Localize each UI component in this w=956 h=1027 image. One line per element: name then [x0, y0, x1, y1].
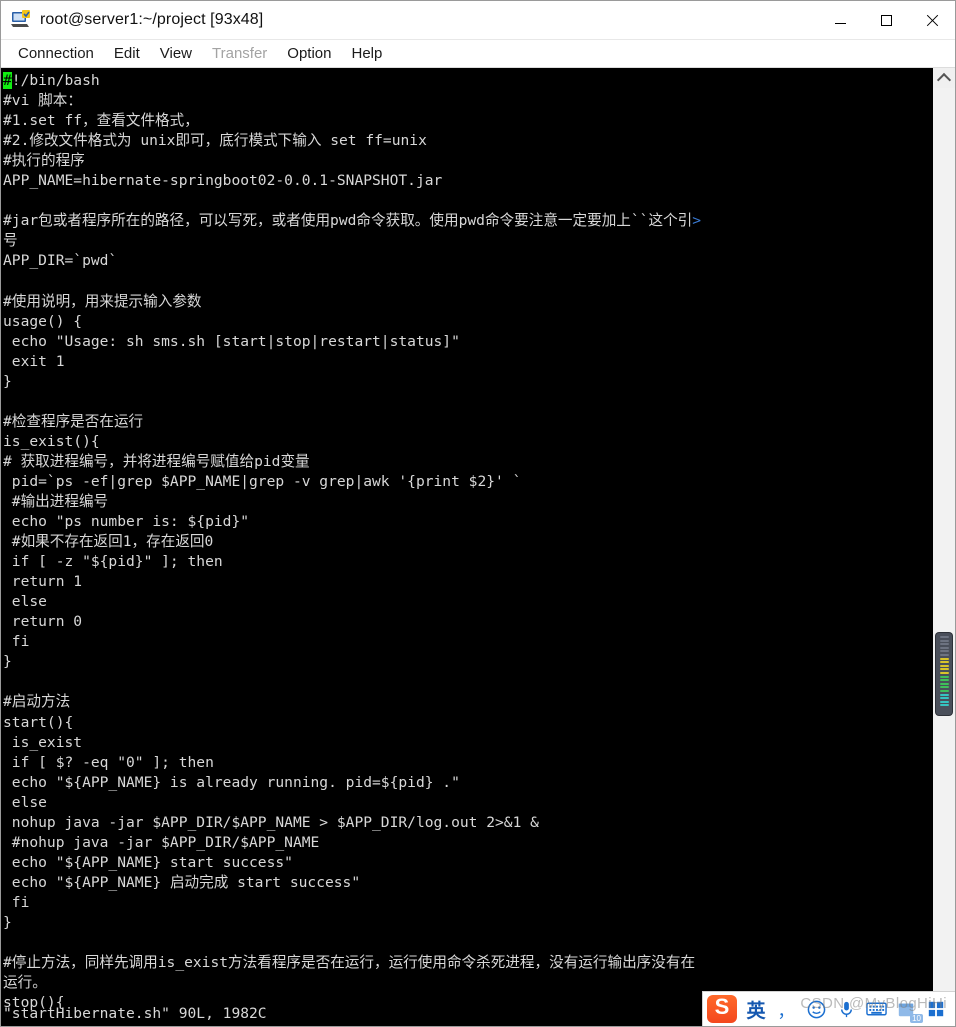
terminal-cursor: # — [3, 72, 12, 89]
menu-bar: Connection Edit View Transfer Option Hel… — [1, 40, 955, 68]
emoji-icon[interactable] — [801, 994, 831, 1024]
menu-item-edit[interactable]: Edit — [105, 43, 149, 64]
terminal-line: is_exist(){ — [3, 432, 100, 450]
scrollbar-thumb-bar — [939, 639, 949, 642]
terminal-line: #2.修改文件格式为 unix即可，底行模式下输入 set ff=unix — [3, 132, 427, 150]
terminal-line: #1.set ff，查看文件格式， — [3, 112, 199, 130]
terminal-line: if [ $? -eq "0" ]; then — [3, 753, 214, 771]
terminal-line: } — [3, 913, 12, 931]
scrollbar-thumb-bar — [939, 689, 949, 692]
terminal-line: usage() { — [3, 312, 83, 330]
terminal-line: start(){ — [3, 713, 74, 731]
scrollbar-thumb-bar — [939, 657, 949, 660]
scrollbar-thumb-bar — [939, 693, 949, 696]
terminal-line: #输出进程编号 — [3, 492, 109, 510]
scrollbar-thumb[interactable] — [936, 633, 952, 715]
vim-status-line: "startHibernate.sh" 90L, 1982C — [3, 1004, 267, 1022]
voice-input-icon[interactable] — [831, 994, 861, 1024]
terminal-line: #nohup java -jar $APP_DIR/$APP_NAME — [3, 833, 320, 851]
scrollbar-thumb-bar — [939, 704, 949, 707]
terminal-line: echo "${APP_NAME} is already running. pi… — [3, 773, 460, 791]
terminal-line: APP_DIR=`pwd` — [3, 252, 118, 270]
scrollbar-thumb-bar — [939, 636, 949, 638]
terminal-line: echo "Usage: sh sms.sh [start|stop|resta… — [3, 332, 460, 350]
terminal-line: 号 — [3, 232, 18, 250]
terminal-line: } — [3, 653, 12, 671]
scrollbar-thumb-bar — [939, 664, 949, 667]
terminal-line: #jar包或者程序所在的路径，可以写死，或者使用pwd命令获取。使用pwd命令要… — [3, 212, 702, 230]
menu-item-transfer: Transfer — [212, 45, 268, 62]
menu-item-option[interactable]: Option — [278, 43, 340, 64]
terminal-line: fi — [3, 893, 30, 911]
terminal-line: # 获取进程编号，并将进程编号赋值给pid变量 — [3, 452, 310, 470]
scrollbar-thumb-bar — [939, 675, 949, 678]
terminal-line: #停止方法，同样先调用is_exist方法看程序是否在运行，运行使用命令杀死进程… — [3, 954, 696, 972]
terminal-line: #启动方法 — [3, 693, 71, 711]
minimize-button[interactable] — [817, 1, 863, 39]
scrollbar-thumb-bar — [939, 697, 949, 700]
scrollbar-thumb-bar — [939, 653, 949, 656]
scroll-up-arrow[interactable] — [933, 68, 955, 88]
terminal-screen[interactable]: #!/bin/bash #vi 脚本： #1.set ff，查看文件格式， #2.修改… — [1, 68, 932, 1026]
scrollbar-thumb-bar — [939, 679, 949, 682]
window-title: root@server1:~/project [93x48] — [40, 11, 264, 28]
title-bar: root@server1:~/project [93x48] — [1, 1, 955, 40]
terminal-line: #!/bin/bash — [3, 72, 100, 89]
terminal-line: echo "ps number is: ${pid}" — [3, 513, 250, 531]
sogou-ime-toolbar: 英 ， 10 — [702, 991, 955, 1026]
terminal-line: APP_NAME=hibernate-springboot02-0.0.1-SN… — [3, 172, 443, 190]
terminal-line: exit 1 — [3, 352, 65, 370]
terminal-line: #vi 脚本： — [3, 92, 82, 110]
soft-keyboard-icon[interactable] — [861, 994, 891, 1024]
terminal-line: #如果不存在返回1，存在返回0 — [3, 533, 214, 551]
ime-punctuation-toggle[interactable]: ， — [771, 994, 801, 1024]
terminal-line: #执行的程序 — [3, 152, 85, 170]
terminal-line: if [ -z "${pid}" ]; then — [3, 553, 223, 571]
close-button[interactable] — [909, 1, 955, 39]
ime-mode-label[interactable]: 英 — [741, 994, 771, 1024]
scrollbar-thumb-bar — [939, 668, 949, 671]
terminal-line: return 0 — [3, 613, 83, 631]
terminal-line: is_exist — [3, 733, 83, 751]
terminal-line: echo "${APP_NAME} 启动完成 start success" — [3, 873, 361, 891]
maximize-button[interactable] — [863, 1, 909, 39]
terminal-line: return 1 — [3, 573, 83, 591]
apps-grid-icon[interactable] — [921, 994, 951, 1024]
scrollbar-thumb-bar — [939, 650, 949, 653]
terminal-line: #检查程序是否在运行 — [3, 412, 144, 430]
terminal-area: #!/bin/bash #vi 脚本： #1.set ff，查看文件格式， #2.修改… — [1, 68, 955, 1026]
line-continuation-marker: > — [692, 212, 702, 230]
terminal-line: echo "${APP_NAME} start success" — [3, 853, 293, 871]
terminal-line: pid=`ps -ef|grep $APP_NAME|grep -v grep|… — [3, 472, 522, 490]
scrollbar-thumb-bar — [939, 646, 949, 649]
terminal-line: else — [3, 593, 47, 611]
scrollbar-thumb-bar — [939, 661, 949, 664]
menu-item-view[interactable]: View — [151, 43, 201, 64]
scrollbar-thumb-bar — [939, 643, 949, 646]
sogou-logo[interactable] — [707, 994, 737, 1023]
window-controls — [817, 1, 955, 39]
calendar-icon[interactable]: 10 — [891, 994, 923, 1024]
scrollbar-thumb-bar — [939, 682, 949, 685]
terminal-line: } — [3, 372, 12, 390]
scrollbar-track[interactable] — [933, 88, 955, 1006]
scrollbar-thumb-bar — [939, 700, 949, 703]
terminal-scrollbar[interactable] — [932, 68, 955, 1026]
scrollbar-thumb-bar — [939, 686, 949, 689]
xshell-window: root@server1:~/project [93x48] Connectio… — [0, 0, 956, 1027]
menu-item-help[interactable]: Help — [343, 43, 392, 64]
menu-item-connection[interactable]: Connection — [9, 43, 103, 64]
scrollbar-thumb-bar — [939, 671, 949, 674]
terminal-line: nohup java -jar $APP_DIR/$APP_NAME > $AP… — [3, 813, 539, 831]
xshell-session-icon — [10, 9, 32, 31]
terminal-line: else — [3, 793, 47, 811]
terminal-line: fi — [3, 633, 30, 651]
terminal-line: #使用说明，用来提示输入参数 — [3, 292, 202, 310]
